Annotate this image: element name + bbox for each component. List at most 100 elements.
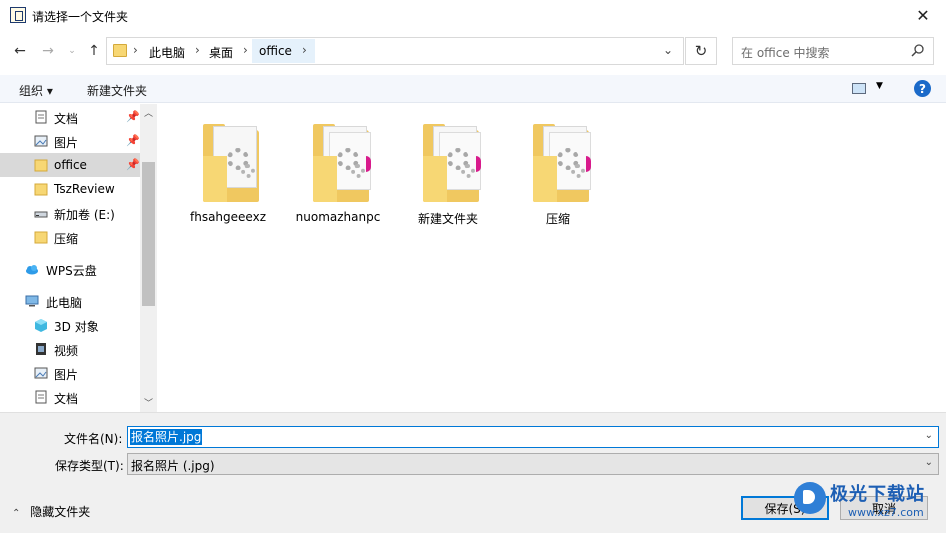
sidebar-item-tszreview[interactable]: TszReview bbox=[0, 177, 140, 201]
filetype-select[interactable]: 报名照片 (.jpg) ⌄ bbox=[127, 453, 939, 475]
sidebar-item-label: WPS云盘 bbox=[46, 264, 97, 278]
forward-arrow-icon[interactable]: → bbox=[38, 41, 58, 61]
help-icon[interactable]: ? bbox=[914, 80, 931, 97]
filetype-value: 报名照片 (.jpg) bbox=[131, 459, 215, 473]
navigation-bar: ← → ⌄ ↑ › 此电脑 › 桌面 › office › ⌄ ↻ 在 offi… bbox=[0, 31, 946, 71]
pin-icon: 📌 bbox=[126, 158, 140, 171]
view-options-icon[interactable] bbox=[852, 83, 866, 94]
picture-icon bbox=[34, 135, 48, 147]
watermark-logo-icon bbox=[794, 482, 826, 514]
sidebar-item-label: 压缩 bbox=[54, 232, 79, 246]
pin-icon: 📌 bbox=[126, 134, 140, 147]
back-arrow-icon[interactable]: ← bbox=[10, 41, 30, 61]
sidebar-item-label: 图片 bbox=[54, 136, 79, 150]
refresh-icon[interactable]: ↻ bbox=[685, 37, 717, 65]
folder-icon bbox=[313, 122, 375, 202]
picture-icon bbox=[34, 367, 48, 379]
breadcrumb-desktop[interactable]: 桌面 bbox=[209, 44, 233, 61]
folder-icon bbox=[34, 183, 48, 196]
document-icon bbox=[35, 390, 47, 404]
sidebar-item-new-volume-e[interactable]: 新加卷 (E:) bbox=[0, 201, 140, 225]
filename-label: 文件名(N): bbox=[64, 432, 123, 446]
scrollbar-thumb[interactable] bbox=[142, 162, 155, 306]
sidebar-item-pictures-pc[interactable]: 图片 bbox=[0, 361, 140, 385]
close-button[interactable]: ✕ bbox=[900, 0, 946, 31]
pin-icon: 📌 bbox=[126, 110, 140, 123]
computer-icon bbox=[25, 295, 39, 307]
address-dropdown-icon[interactable]: ⌄ bbox=[663, 43, 673, 57]
chevron-up-icon: ⌃ bbox=[12, 508, 21, 519]
video-icon bbox=[36, 343, 46, 355]
breadcrumb-separator: › bbox=[195, 43, 200, 57]
sidebar-item-wps-cloud[interactable]: WPS云盘 bbox=[0, 257, 140, 281]
up-arrow-icon[interactable]: ↑ bbox=[84, 41, 104, 61]
command-toolbar: 组织 ▾ 新建文件夹 ▼ ? bbox=[0, 75, 946, 103]
folder-icon bbox=[113, 44, 127, 57]
breadcrumb-office[interactable]: office bbox=[259, 44, 292, 58]
sidebar-item-label: 新加卷 (E:) bbox=[54, 208, 115, 222]
sidebar-item-compress[interactable]: 压缩 bbox=[0, 225, 140, 249]
breadcrumb-separator: › bbox=[302, 43, 307, 57]
sidebar-item-label: 3D 对象 bbox=[54, 320, 99, 334]
sidebar-item-label: 文档 bbox=[54, 112, 79, 126]
folder-icon bbox=[533, 122, 595, 202]
sidebar-item-3d-objects[interactable]: 3D 对象 bbox=[0, 313, 140, 337]
drive-icon bbox=[34, 211, 48, 218]
folder-icon bbox=[34, 231, 48, 244]
filename-field[interactable]: 报名照片.jpg ⌄ bbox=[127, 426, 939, 448]
sidebar-item-label: 此电脑 bbox=[46, 296, 83, 310]
app-icon bbox=[10, 7, 26, 23]
filetype-label: 保存类型(T): bbox=[55, 459, 124, 473]
folder-item[interactable]: 新建文件夹 bbox=[398, 116, 498, 226]
view-dropdown-icon[interactable]: ▼ bbox=[876, 81, 883, 91]
hide-folders-toggle[interactable]: ⌃ 隐藏文件夹 bbox=[12, 503, 90, 520]
folder-item[interactable]: nuomazhanpc bbox=[288, 116, 388, 226]
folder-item[interactable]: fhsahgeeexz bbox=[178, 116, 278, 226]
scroll-down-chevron-icon[interactable]: ﹀ bbox=[140, 396, 157, 410]
sidebar-item-label: office bbox=[54, 158, 87, 172]
folder-item[interactable]: 压缩 bbox=[508, 116, 608, 226]
document-icon bbox=[35, 110, 47, 124]
new-folder-button[interactable]: 新建文件夹 bbox=[87, 82, 147, 99]
search-icon[interactable] bbox=[911, 43, 925, 57]
search-input[interactable]: 在 office 中搜索 bbox=[741, 44, 830, 61]
scroll-up-chevron-icon[interactable]: ︿ bbox=[140, 106, 157, 120]
folder-icon bbox=[423, 122, 485, 202]
file-list: fhsahgeeexz nuomazhanpc 新建文件夹 压缩 bbox=[160, 104, 946, 412]
folder-name: 压缩 bbox=[545, 212, 570, 226]
sidebar-item-label: TszReview bbox=[54, 182, 115, 196]
chevron-down-icon[interactable]: ⌄ bbox=[925, 457, 933, 468]
sidebar-item-documents[interactable]: 文档 📌 bbox=[0, 105, 140, 129]
folder-icon bbox=[203, 122, 265, 202]
watermark-text: 极光下载站 bbox=[830, 484, 925, 505]
recent-locations-chevron-icon[interactable]: ⌄ bbox=[62, 41, 82, 61]
folder-name: fhsahgeeexz bbox=[190, 210, 266, 224]
sidebar-item-office[interactable]: office 📌 bbox=[0, 153, 140, 177]
window-title: 请选择一个文件夹 bbox=[32, 10, 129, 24]
breadcrumb-separator: › bbox=[133, 43, 138, 57]
navigation-pane: 文档 📌 图片 📌 office 📌 TszReview 新加卷 (E:) 压缩… bbox=[0, 104, 157, 412]
sidebar-item-documents-pc[interactable]: 文档 bbox=[0, 385, 140, 409]
sidebar-item-label: 文档 bbox=[54, 392, 79, 406]
cloud-icon bbox=[26, 265, 38, 275]
sidebar-item-label: 视频 bbox=[54, 344, 79, 358]
watermark-url: www.xz7.com bbox=[848, 506, 924, 519]
folder-icon bbox=[34, 159, 48, 172]
watermark: 极光下载站 www.xz7.com bbox=[790, 478, 940, 524]
title-bar: 请选择一个文件夹 ✕ bbox=[0, 0, 946, 31]
address-bar[interactable]: › 此电脑 › 桌面 › office › ⌄ bbox=[106, 37, 684, 65]
filename-value[interactable]: 报名照片.jpg bbox=[130, 429, 203, 445]
sidebar-item-pictures[interactable]: 图片 📌 bbox=[0, 129, 140, 153]
hide-folders-label: 隐藏文件夹 bbox=[30, 505, 91, 519]
sidebar-item-this-pc[interactable]: 此电脑 bbox=[0, 289, 140, 313]
chevron-down-icon[interactable]: ⌄ bbox=[925, 430, 933, 441]
sidebar-item-label: 图片 bbox=[54, 368, 79, 382]
cube-icon bbox=[35, 319, 47, 332]
breadcrumb-separator: › bbox=[243, 43, 248, 57]
sidebar-scrollbar[interactable]: ︿ ﹀ bbox=[140, 104, 157, 412]
organize-menu[interactable]: 组织 ▾ bbox=[19, 82, 53, 99]
sidebar-item-videos[interactable]: 视频 bbox=[0, 337, 140, 361]
folder-name: 新建文件夹 bbox=[417, 212, 478, 226]
breadcrumb-this-pc[interactable]: 此电脑 bbox=[149, 44, 185, 61]
search-box[interactable]: 在 office 中搜索 bbox=[732, 37, 934, 65]
